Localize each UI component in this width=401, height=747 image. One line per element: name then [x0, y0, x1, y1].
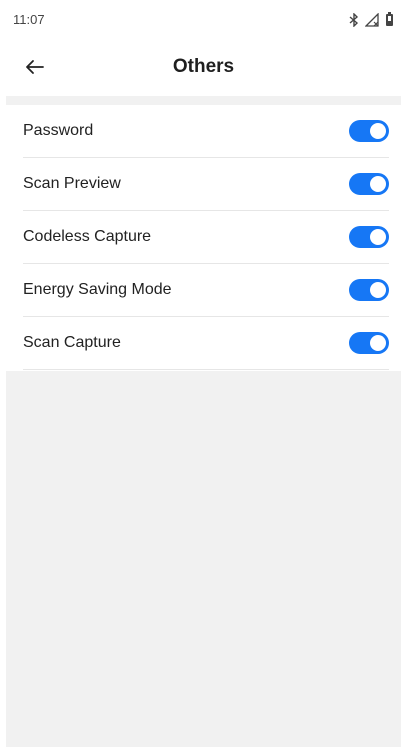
scan-preview-toggle[interactable]	[349, 173, 389, 195]
toggle-knob	[370, 282, 386, 298]
toggle-knob	[370, 123, 386, 139]
status-icons	[349, 11, 394, 30]
screen: 11:07 Others Password Scan Preview Codel…	[6, 0, 401, 747]
section-divider	[6, 96, 401, 105]
empty-area	[6, 371, 401, 747]
page-title: Others	[172, 56, 235, 77]
signal-icon	[364, 11, 379, 30]
setting-label: Scan Preview	[23, 175, 121, 192]
bluetooth-icon	[349, 11, 359, 30]
setting-row-scan-preview: Scan Preview	[23, 158, 389, 211]
toggle-knob	[370, 229, 386, 245]
energy-saving-mode-toggle[interactable]	[349, 279, 389, 301]
status-bar: 11:07	[6, 0, 401, 40]
setting-row-scan-capture: Scan Capture	[23, 317, 389, 370]
scan-capture-toggle[interactable]	[349, 332, 389, 354]
settings-list: Password Scan Preview Codeless Capture E…	[6, 105, 401, 370]
battery-icon	[385, 12, 394, 30]
setting-label: Password	[23, 122, 94, 139]
setting-label: Energy Saving Mode	[23, 281, 172, 298]
password-toggle[interactable]	[349, 120, 389, 142]
app-bar: Others	[6, 44, 401, 90]
toggle-knob	[370, 335, 386, 351]
codeless-capture-toggle[interactable]	[349, 226, 389, 248]
setting-row-password: Password	[23, 105, 389, 158]
setting-label: Codeless Capture	[23, 228, 152, 245]
toggle-knob	[370, 176, 386, 192]
status-time: 11:07	[13, 12, 45, 27]
setting-row-codeless-capture: Codeless Capture	[23, 211, 389, 264]
setting-row-energy-saving-mode: Energy Saving Mode	[23, 264, 389, 317]
setting-label: Scan Capture	[23, 334, 121, 351]
